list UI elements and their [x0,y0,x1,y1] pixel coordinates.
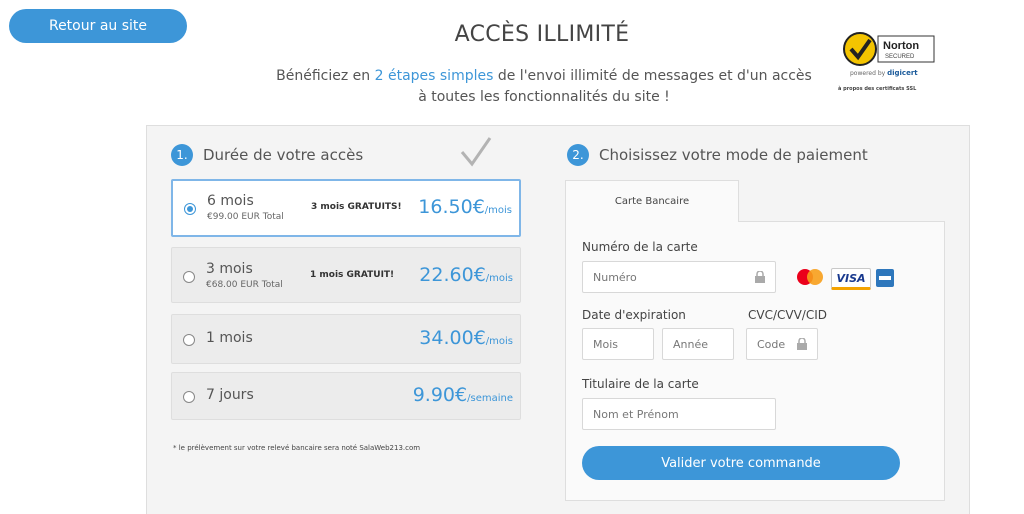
plan-total: €68.00 EUR Total [206,280,283,290]
norton-powered-by: powered by digicert [850,69,918,77]
plan-name: 3 mois [206,261,253,277]
plan-promo: 3 mois GRATUITS! [311,202,402,212]
plan-6-mois[interactable]: 6 mois €99.00 EUR Total 3 mois GRATUITS!… [171,179,521,237]
card-number-label: Numéro de la carte [582,240,698,254]
card-number-input[interactable]: Numéro [582,261,776,293]
plan-total: €99.00 EUR Total [207,212,284,222]
plan-7-jours[interactable]: 7 jours 9.90€/semaine [171,372,521,420]
plan-radio[interactable] [183,271,195,283]
subtitle-highlight: 2 étapes simples [374,68,494,84]
step2-number: 2. [567,144,589,166]
step1-number: 1. [171,144,193,166]
plan-3-mois[interactable]: 3 mois €68.00 EUR Total 1 mois GRATUIT! … [171,247,521,303]
cvc-label: CVC/CVV/CID [748,308,828,322]
step2-header: 2. Choisissez votre mode de paiement [567,144,868,166]
checkout-panel: 1. Durée de votre accès 6 mois €99.00 EU… [146,125,970,514]
ssl-certificates-link[interactable]: à propos des certificats SSL [838,86,916,92]
plan-price: 16.50€/mois [418,196,512,218]
lock-icon [755,271,765,283]
submit-order-button[interactable]: Valider votre commande [582,446,900,480]
amex-icon [876,269,894,287]
plan-price: 22.60€/mois [419,264,513,286]
step2-title: Choisissez votre mode de paiement [599,146,868,164]
plan-name: 6 mois [207,193,254,209]
lock-icon [797,338,807,350]
plan-name: 7 jours [206,387,254,403]
plan-radio[interactable] [184,203,196,215]
checkmark-icon [460,137,492,167]
page-subtitle: Bénéficiez en 2 étapes simples de l'envo… [276,68,812,105]
step1-title: Durée de votre accès [203,146,364,164]
plan-name: 1 mois [206,330,253,346]
svg-text:Norton: Norton [883,40,919,52]
plan-1-mois[interactable]: 1 mois 34.00€/mois [171,314,521,364]
plan-promo: 1 mois GRATUIT! [310,270,395,280]
mastercard-icon [797,269,823,285]
expiry-label: Date d'expiration [582,308,686,322]
tab-carte-bancaire[interactable]: Carte Bancaire [565,180,739,222]
svg-text:SECURED: SECURED [885,54,915,60]
card-payment-form: Numéro de la carte Numéro VISA Date d'ex… [565,221,945,501]
visa-icon: VISA [831,268,871,290]
step1-header: 1. Durée de votre accès [171,144,363,166]
plan-price: 9.90€/semaine [412,384,513,406]
cvc-input[interactable]: Code [746,328,818,360]
norton-seal[interactable]: Norton SECURED powered by digicert à pro… [838,26,944,96]
billing-note: * le prélèvement sur votre relevé bancai… [173,444,421,452]
norton-check-icon: Norton SECURED [843,32,935,66]
plan-radio[interactable] [183,391,195,403]
card-holder-input[interactable]: Nom et Prénom [582,398,776,430]
plan-radio[interactable] [183,334,195,346]
expiry-year-input[interactable]: Année [662,328,734,360]
plan-price: 34.00€/mois [419,327,513,349]
expiry-month-input[interactable]: Mois [582,328,654,360]
card-holder-label: Titulaire de la carte [582,377,699,391]
